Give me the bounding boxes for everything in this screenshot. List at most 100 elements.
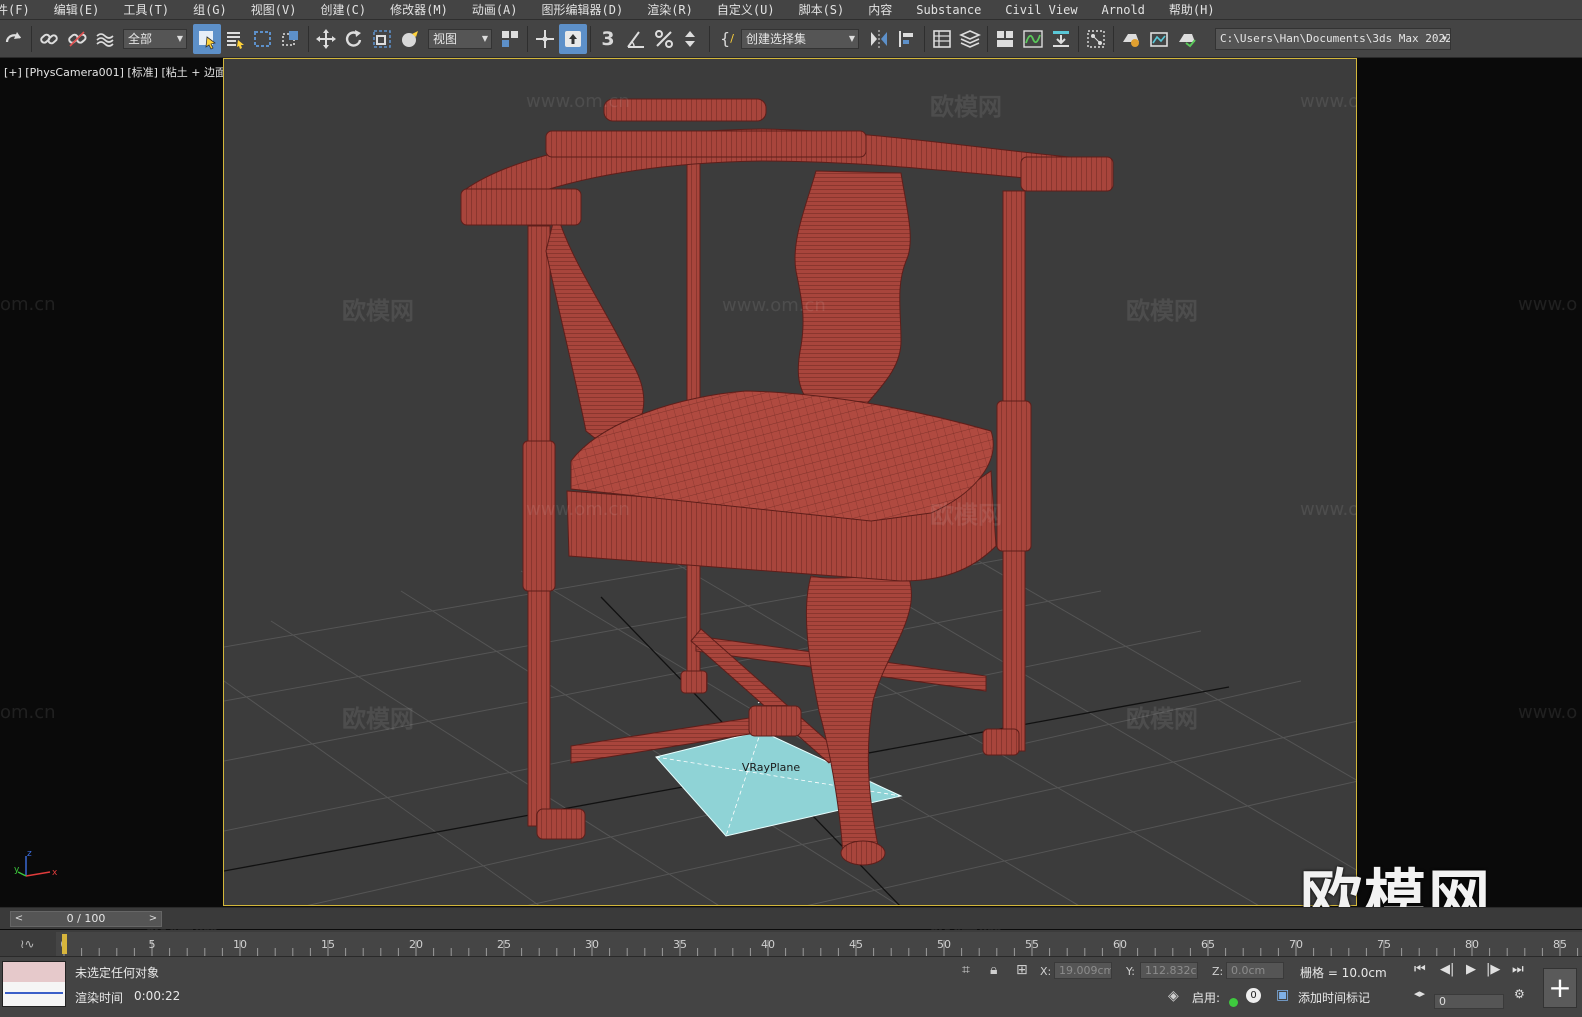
selection-filter-dropdown[interactable]: 全部 ▼ <box>123 28 187 49</box>
move-icon[interactable] <box>312 24 340 54</box>
play-icon[interactable]: ▶ <box>1466 962 1476 977</box>
menu-item-14[interactable]: Civil View <box>993 0 1089 20</box>
menu-item-15[interactable]: Arnold <box>1090 0 1157 20</box>
layer-explorer-icon[interactable] <box>956 24 984 54</box>
link-icon[interactable] <box>35 24 63 54</box>
menu-item-1[interactable]: 编辑(E) <box>42 0 112 20</box>
project-path-dropdown[interactable]: C:\Users\Han\Documents\3ds Max 2022 ▼ <box>1215 27 1451 50</box>
key-mode-toggle-icon[interactable]: ◂▸ <box>1414 987 1425 1000</box>
window-crossing-icon[interactable] <box>277 24 305 54</box>
toggle-ribbon-icon[interactable] <box>991 24 1019 54</box>
track-tick-label: 30 <box>585 938 599 951</box>
menu-item-4[interactable]: 视图(V) <box>239 0 309 20</box>
time-config-icon[interactable]: ⚙ <box>1514 987 1525 1001</box>
track-tick-label: 85 <box>1553 938 1567 951</box>
left-viewport-area <box>0 58 223 906</box>
rendered-frame-window-icon[interactable] <box>1145 24 1173 54</box>
z-coordinate-field[interactable]: 0.0cm <box>1226 962 1284 979</box>
toolbar-separator <box>709 25 710 52</box>
time-tag-icon[interactable]: ▣ <box>1276 987 1289 1003</box>
adaptive-degradation-icon[interactable]: ◈ <box>1168 988 1179 1004</box>
menu-item-5[interactable]: 创建(C) <box>308 0 378 20</box>
y-coordinate-field[interactable]: 112.832cm <box>1140 962 1198 979</box>
current-frame-field[interactable]: 0 <box>1434 994 1504 1009</box>
watermark: www.om.cn <box>526 91 630 112</box>
next-key-icon[interactable]: |▶ <box>1486 962 1500 977</box>
maxscript-mini-listener[interactable] <box>2 961 66 1007</box>
snaps-toggle-icon[interactable]: 3 <box>594 24 622 54</box>
percent-snap-icon[interactable] <box>650 24 678 54</box>
selection-lock-icon[interactable]: 🔒︎ <box>990 962 997 978</box>
time-slider[interactable]: < 0 / 100 > <box>10 911 162 927</box>
spinner-snap-icon[interactable] <box>678 24 706 54</box>
track-tick-label: 55 <box>1025 938 1039 951</box>
menu-item-16[interactable]: 帮助(H) <box>1157 0 1227 20</box>
track-tick-label: 50 <box>937 938 951 951</box>
material-editor-icon[interactable] <box>1082 24 1110 54</box>
select-object-icon[interactable] <box>193 23 221 54</box>
named-selection-set-dropdown[interactable]: 创建选择集 ▼ <box>741 28 859 49</box>
go-to-end-icon[interactable]: ⏭ <box>1512 962 1524 977</box>
menu-item-8[interactable]: 图形编辑器(D) <box>530 0 636 20</box>
perspective-viewport[interactable]: VRayPlane 欧模网 www.om.cn 欧模网 www.om.cn 欧模… <box>223 58 1357 906</box>
menu-item-13[interactable]: Substance <box>904 0 993 20</box>
enable-count[interactable]: 0 <box>1246 988 1261 1003</box>
y-label: Y: <box>1126 965 1135 978</box>
menu-item-7[interactable]: 动画(A) <box>460 0 530 20</box>
x-label: X: <box>1040 965 1052 978</box>
render-production-icon[interactable] <box>1173 24 1201 54</box>
track-bar[interactable]: 0510152025303540455055606570758085≀∿ <box>0 930 1582 956</box>
redo-icon[interactable] <box>0 24 28 54</box>
toolbar-separator <box>987 25 988 52</box>
menu-item-9[interactable]: 渲染(R) <box>635 0 705 20</box>
mirror-icon[interactable] <box>865 24 893 54</box>
right-viewport-area <box>1357 58 1582 906</box>
x-coordinate-field[interactable]: 19.009cm <box>1054 962 1112 979</box>
previous-key-icon[interactable]: ◀| <box>1440 962 1454 977</box>
add-time-tag[interactable]: 添加时间标记 <box>1298 989 1370 1006</box>
toolbar-separator <box>1078 25 1079 52</box>
watermark: 欧模网 <box>1126 297 1198 325</box>
keyboard-shortcut-override-icon[interactable] <box>559 23 587 54</box>
watermark: 欧模网 <box>342 297 414 325</box>
menu-item-11[interactable]: 脚本(S) <box>787 0 857 20</box>
next-frame-icon[interactable]: > <box>147 912 159 926</box>
render-time-label: 渲染时间 <box>75 991 124 1005</box>
scene-canvas[interactable]: VRayPlane <box>224 59 1357 906</box>
select-manipulate-icon[interactable] <box>531 24 559 54</box>
create-key-button[interactable]: + <box>1543 968 1577 1008</box>
toggle-curve-icon: ≀∿ <box>20 937 35 951</box>
toolbar-separator <box>308 25 309 52</box>
select-by-name-icon[interactable] <box>221 24 249 54</box>
angle-snap-icon[interactable] <box>622 24 650 54</box>
menu-item-3[interactable]: 组(G) <box>181 0 239 20</box>
pivot-center-icon[interactable] <box>496 24 524 54</box>
scale-icon[interactable] <box>368 24 396 54</box>
go-to-start-icon[interactable]: ⏮ <box>1414 962 1426 977</box>
bind-space-warp-icon[interactable] <box>91 24 119 54</box>
viewport-label[interactable]: [+] [PhysCamera001] [标准] [粘土 + 边面] <box>4 64 230 80</box>
isolate-selection-icon[interactable]: ⌗ <box>962 962 970 978</box>
rectangular-selection-icon[interactable] <box>249 24 277 54</box>
menu-item-0[interactable]: 件(F) <box>0 0 42 20</box>
curve-editor-icon[interactable] <box>1019 24 1047 54</box>
enable-label: 启用: <box>1192 991 1221 1005</box>
schematic-view-icon[interactable] <box>1047 24 1075 54</box>
prev-frame-icon[interactable]: < <box>13 912 25 926</box>
unlink-icon[interactable] <box>63 24 91 54</box>
absolute-mode-icon[interactable]: ⊞ <box>1016 962 1028 978</box>
menu-item-6[interactable]: 修改器(M) <box>378 0 460 20</box>
rotate-icon[interactable] <box>340 24 368 54</box>
scene-explorer-icon[interactable] <box>928 24 956 54</box>
menu-item-2[interactable]: 工具(T) <box>111 0 181 20</box>
menu-item-10[interactable]: 自定义(U) <box>705 0 787 20</box>
reference-coord-dropdown[interactable]: 视图 ▼ <box>428 28 492 49</box>
track-ruler[interactable]: 0510152025303540455055606570758085≀∿ <box>0 930 1582 956</box>
placement-icon[interactable] <box>396 24 424 54</box>
track-tick-label: 80 <box>1465 938 1479 951</box>
edit-named-selection-icon[interactable]: {/ <box>713 24 741 54</box>
menu-item-12[interactable]: 内容 <box>856 0 904 20</box>
watermark: www.om.cn <box>1300 91 1356 112</box>
align-icon[interactable] <box>893 24 921 54</box>
render-setup-icon[interactable] <box>1117 24 1145 54</box>
